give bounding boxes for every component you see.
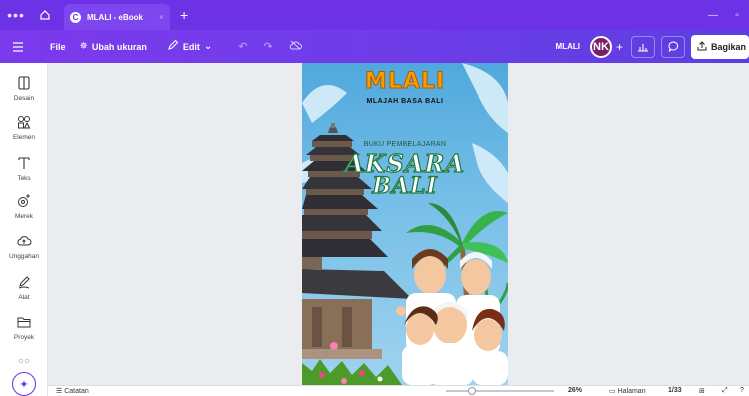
upload-cloud-icon xyxy=(17,236,32,246)
cover-subtitle[interactable]: MLAJAH BASA BALI xyxy=(302,98,508,105)
sidebar-item-label: Proyek xyxy=(13,334,35,341)
resize-button[interactable]: ✵ Ubah ukuran xyxy=(80,41,147,52)
fullscreen-icon[interactable]: ⤢ xyxy=(722,387,728,395)
draw-icon xyxy=(18,276,30,289)
pages-icon: ▭ xyxy=(609,388,616,395)
edit-menu-button[interactable]: Edit ⌄ xyxy=(167,39,216,54)
window-menu-button[interactable]: ••• xyxy=(0,7,32,23)
file-menu-button[interactable]: File xyxy=(50,42,66,52)
shapes-icon xyxy=(18,116,31,129)
share-label: Bagikan xyxy=(711,41,747,52)
cloud-sync-icon[interactable] xyxy=(289,40,302,53)
pages-button[interactable]: ▭ Halaman xyxy=(609,387,646,395)
zoom-level[interactable]: 26% xyxy=(568,387,582,394)
sidebar-item-label: Desain xyxy=(13,95,35,102)
notes-button[interactable]: ☰ Catatan xyxy=(56,387,89,395)
brand-icon xyxy=(18,194,30,207)
tab-title: MLALI - eBook xyxy=(87,12,143,22)
chevron-down-icon: ⌄ xyxy=(203,41,213,52)
comment-icon[interactable] xyxy=(661,35,685,58)
pencil-icon xyxy=(167,39,179,54)
insights-chart-icon[interactable] xyxy=(631,35,655,58)
sidebar-item-alat[interactable]: Alat xyxy=(0,274,48,301)
ebook-cover-page[interactable]: MLALI MLAJAH BASA BALI BUKU PEMBELAJARAN… xyxy=(302,63,508,385)
editor-toolbar: File ✵ Ubah ukuran Edit ⌄ ↶ ↷ MLALI NK +… xyxy=(0,30,749,63)
page-count: 1/33 xyxy=(668,387,682,394)
sidebar-more-apps-icon[interactable] xyxy=(0,353,48,369)
undo-icon[interactable]: ↶ xyxy=(238,40,247,53)
sidebar-item-label: Merek xyxy=(14,213,34,220)
file-label: File xyxy=(50,41,66,52)
sidebar-item-desain[interactable]: Desain xyxy=(0,75,48,102)
sidebar-item-merek[interactable]: Merek xyxy=(0,193,48,220)
bottom-status-bar: ☰ Catatan 26% ▭ Halaman 1/33 ⊞ ⤢ ? xyxy=(48,385,749,396)
canva-logo-icon: C xyxy=(70,11,81,23)
layout-icon xyxy=(18,76,30,90)
notes-label: Catatan xyxy=(64,388,89,395)
sidebar-item-teks[interactable]: Teks xyxy=(0,155,48,182)
folder-icon xyxy=(17,317,31,328)
grid-view-icon[interactable]: ⊞ xyxy=(699,387,705,395)
cover-title-line2[interactable]: BALI xyxy=(302,172,508,199)
project-title[interactable]: MLALI xyxy=(556,42,580,51)
cover-kicker[interactable]: BUKU PEMBELAJARAN xyxy=(302,141,508,148)
pages-label: Halaman xyxy=(617,388,646,395)
sidebar-item-label: Elemen xyxy=(12,134,36,141)
minimize-button[interactable]: — xyxy=(701,10,725,21)
sidebar-item-label: Alat xyxy=(18,294,30,301)
zoom-slider-track[interactable] xyxy=(446,390,554,392)
canvas-area: MLALI MLAJAH BASA BALI BUKU PEMBELAJARAN… xyxy=(48,63,749,396)
maximize-button[interactable]: ▫ xyxy=(725,10,749,21)
zoom-slider-handle[interactable] xyxy=(468,387,476,395)
sidebar-item-elemen[interactable]: Elemen xyxy=(0,114,48,141)
cover-logo-text[interactable]: MLALI xyxy=(302,69,508,95)
add-collaborator-button[interactable]: + xyxy=(616,40,623,54)
sidebar-item-proyek[interactable]: Proyek xyxy=(0,314,48,341)
browser-tab[interactable]: C MLALI - eBook × xyxy=(64,4,170,30)
sidebar-item-unggahan[interactable]: Unggahan xyxy=(0,233,48,260)
magic-assistant-icon[interactable]: ✦ xyxy=(12,372,36,396)
resize-label: Ubah ukuran xyxy=(91,41,147,52)
window-titlebar: ••• C MLALI - eBook × + — ▫ xyxy=(0,0,749,30)
hamburger-menu-icon[interactable] xyxy=(0,41,36,52)
sidebar-item-label: Teks xyxy=(17,175,31,182)
user-avatar[interactable]: NK xyxy=(589,35,612,58)
notes-icon: ☰ xyxy=(56,388,63,395)
help-icon[interactable]: ? xyxy=(740,387,744,394)
left-sidebar: Desain Elemen Teks Merek Unggahan Alat P… xyxy=(0,63,48,396)
new-tab-button[interactable]: + xyxy=(180,7,188,23)
sidebar-item-label: Unggahan xyxy=(9,253,39,260)
redo-icon[interactable]: ↷ xyxy=(264,40,273,53)
home-icon[interactable] xyxy=(32,4,58,26)
text-icon xyxy=(18,157,30,169)
share-button[interactable]: Bagikan xyxy=(691,34,749,59)
tab-close-icon[interactable]: × xyxy=(159,12,164,22)
edit-label: Edit xyxy=(182,41,200,52)
sparkle-icon: ✵ xyxy=(79,41,88,52)
share-upload-icon xyxy=(697,40,707,53)
